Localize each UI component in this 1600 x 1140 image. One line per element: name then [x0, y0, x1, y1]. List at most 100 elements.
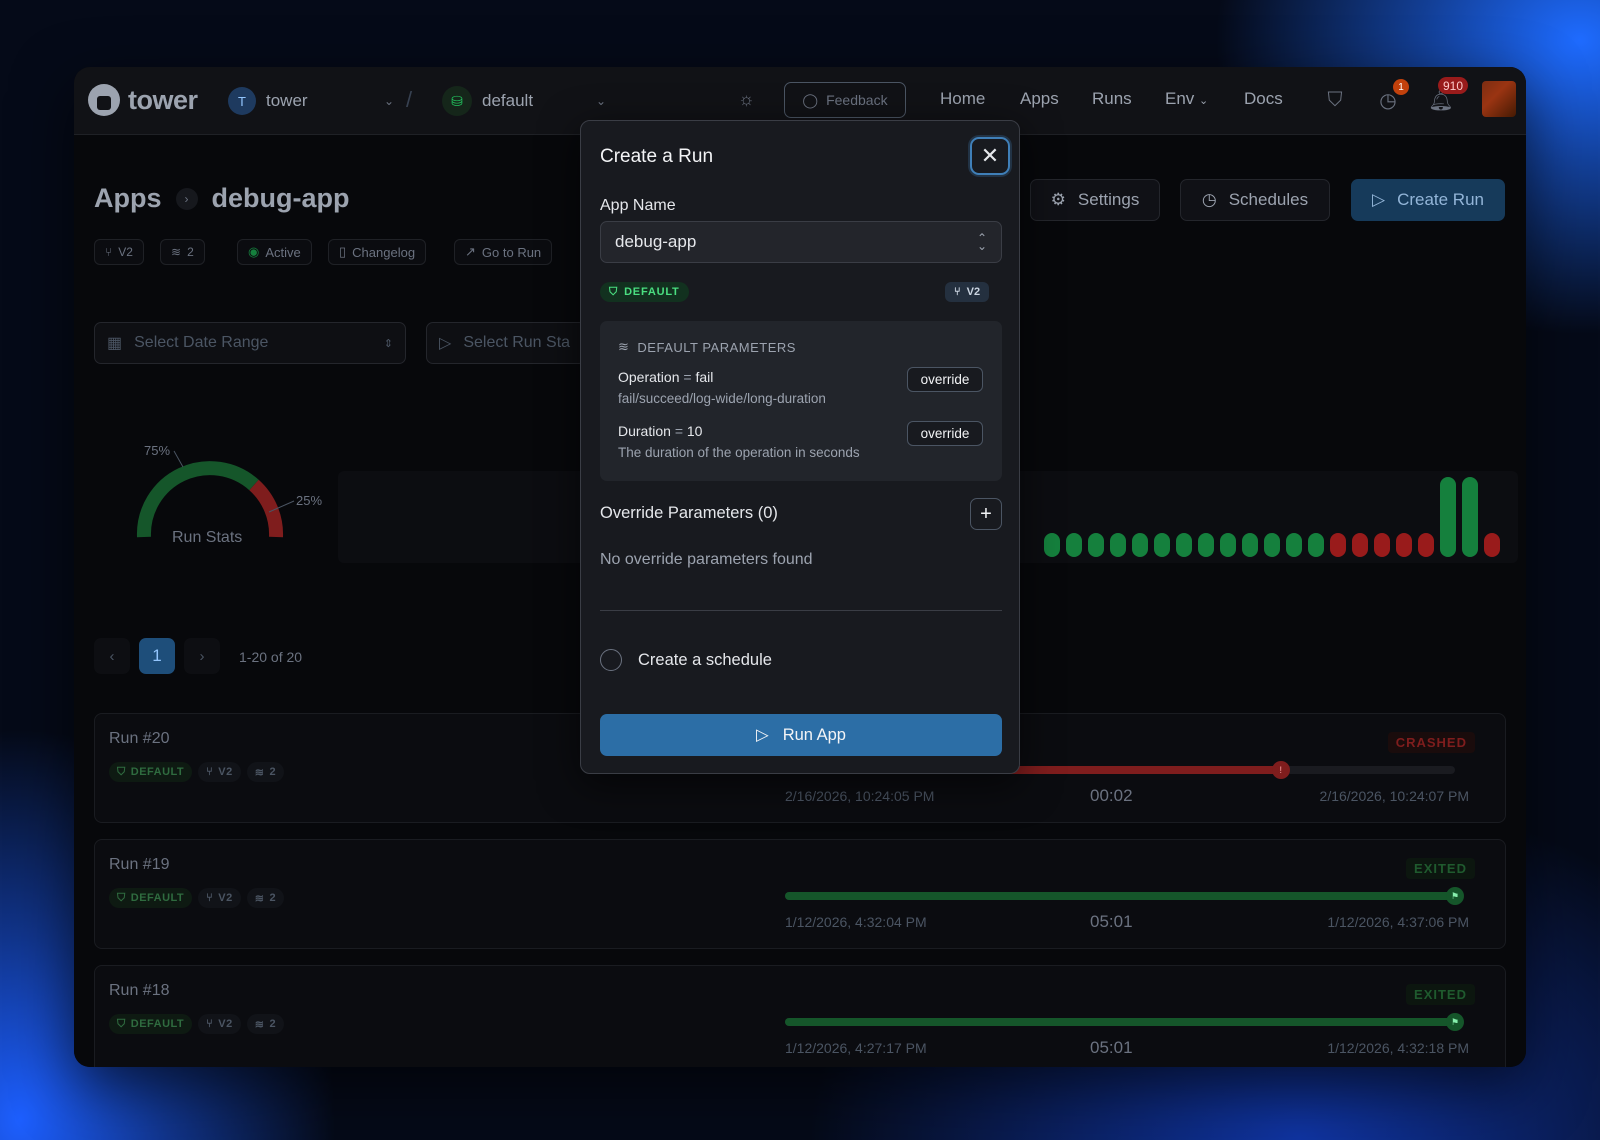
status-badge: ◉ Active: [237, 239, 312, 265]
run-bar[interactable]: [1396, 533, 1412, 557]
run-bar[interactable]: [1198, 533, 1214, 557]
success-pct-label: 75%: [144, 443, 171, 458]
run-card[interactable]: Run #18 ⛉ DEFAULT ⑂ V2 ≋ 2 EXITED ⚑ 1/12/20…: [94, 965, 1506, 1067]
override-button[interactable]: override: [907, 421, 983, 446]
settings-button[interactable]: ⚙ Settings: [1030, 179, 1160, 221]
team-avatar: T: [228, 87, 256, 115]
run-bar[interactable]: [1308, 533, 1324, 557]
clock-icon: ◷: [1201, 190, 1217, 209]
schedules-button[interactable]: ◷ Schedules: [1180, 179, 1330, 221]
run-card[interactable]: Run #19 ⛉ DEFAULT ⑂ V2 ≋ 2 EXITED ⚑ 1/12/20…: [94, 839, 1506, 949]
go-to-run-button[interactable]: ↗ Go to Run: [454, 239, 553, 265]
run-duration: 00:02: [1090, 786, 1133, 805]
params-chip: ≋ 2: [160, 239, 205, 265]
team-selector[interactable]: T tower ⌄: [224, 81, 394, 121]
run-end-time: 1/12/2026, 4:32:18 PM: [1327, 1040, 1469, 1056]
run-bar[interactable]: [1066, 533, 1082, 557]
bell-icon[interactable]: 🔔︎ 910: [1426, 77, 1469, 115]
run-bar[interactable]: [1110, 533, 1126, 557]
notifications-badge: 910: [1438, 77, 1469, 94]
theme-toggle-sun-icon[interactable]: ☼: [738, 89, 755, 110]
environment-selector[interactable]: ⛁ default ⌄: [436, 81, 606, 121]
sliders-icon: ≋: [171, 245, 182, 259]
run-bar[interactable]: [1264, 533, 1280, 557]
run-bar[interactable]: [1154, 533, 1170, 557]
run-bar[interactable]: [1374, 533, 1390, 557]
play-icon: ▷: [1371, 190, 1386, 209]
branch-icon: ⑂: [206, 766, 214, 778]
chevron-down-icon: ⌄: [383, 94, 394, 108]
chevron-down-icon: ⌄: [1199, 95, 1209, 107]
gauge-label: Run Stats: [172, 529, 243, 546]
nav-home[interactable]: Home: [940, 89, 985, 109]
run-bar[interactable]: [1220, 533, 1236, 557]
run-bar[interactable]: [1132, 533, 1148, 557]
create-schedule-label[interactable]: Create a schedule: [638, 651, 772, 670]
close-icon: ✕: [980, 143, 1000, 168]
clock-icon[interactable]: ◷ 1: [1373, 79, 1409, 115]
run-bar[interactable]: [1242, 533, 1258, 557]
nav-runs[interactable]: Runs: [1092, 89, 1132, 109]
run-status-select[interactable]: ▷ Select Run Sta: [426, 322, 586, 364]
run-bar[interactable]: [1330, 533, 1346, 557]
run-bar[interactable]: [1440, 477, 1456, 557]
param-value: 10: [686, 423, 703, 439]
close-button[interactable]: ✕: [970, 137, 1010, 175]
date-range-select[interactable]: ▦ Select Date Range ⇕: [94, 322, 406, 364]
run-bar[interactable]: [1176, 533, 1192, 557]
prev-page-button[interactable]: ‹: [94, 638, 130, 674]
breadcrumb: Apps › debug-app: [94, 183, 349, 214]
run-bar[interactable]: [1462, 477, 1478, 557]
go-to-run-label: Go to Run: [481, 244, 542, 260]
app-name-select[interactable]: debug-app ⌃ ⌄: [600, 221, 1002, 263]
chevron-right-icon: ›: [175, 187, 198, 210]
breadcrumb-apps[interactable]: Apps: [94, 183, 162, 214]
brand-logo[interactable]: tower: [88, 84, 198, 116]
run-end-time: 2/16/2026, 10:24:07 PM: [1319, 788, 1469, 804]
add-override-button[interactable]: +: [970, 498, 1002, 530]
changelog-button[interactable]: ▯ Changelog: [328, 239, 427, 265]
nav-env[interactable]: Env ⌄: [1165, 89, 1208, 109]
environment-icon: ⛁: [442, 86, 472, 116]
default-params-heading: ≋ DEFAULT PARAMETERS: [618, 339, 796, 355]
sliders-icon: ≋: [254, 766, 265, 779]
run-bar[interactable]: [1044, 533, 1060, 557]
separator-slash: /: [406, 87, 413, 112]
env-badge-label: DEFAULT: [624, 286, 680, 298]
shield-icon[interactable]: ⛉: [1320, 85, 1350, 115]
run-tags: ⛉ DEFAULT ⑂ V2 ≋ 2: [109, 1014, 285, 1034]
param-name: Duration = 10: [618, 423, 702, 439]
run-progress-fill: [785, 1018, 1455, 1026]
run-app-button[interactable]: ▷ Run App: [600, 714, 1002, 756]
settings-label: Settings: [1077, 190, 1140, 209]
create-schedule-checkbox[interactable]: [600, 649, 622, 671]
plus-icon: +: [980, 502, 992, 525]
next-page-button[interactable]: ›: [184, 638, 220, 674]
version-tag: ⑂ V2: [198, 888, 241, 908]
run-bar[interactable]: [1484, 533, 1500, 557]
env-label: DEFAULT: [130, 1018, 185, 1030]
run-tags: ⛉ DEFAULT ⑂ V2 ≋ 2: [109, 762, 285, 782]
play-icon: ▷: [439, 335, 452, 352]
equals-sign: =: [674, 423, 683, 439]
shield-icon: ⛉: [117, 891, 126, 904]
user-avatar[interactable]: [1482, 81, 1516, 117]
run-bar[interactable]: [1088, 533, 1104, 557]
check-circle-icon: ◉: [248, 244, 260, 259]
nav-apps[interactable]: Apps: [1020, 89, 1059, 109]
run-bar[interactable]: [1418, 533, 1434, 557]
default-params-heading-text: DEFAULT PARAMETERS: [637, 339, 796, 355]
nav-docs[interactable]: Docs: [1244, 89, 1283, 109]
version-tag: ⑂ V2: [198, 1014, 241, 1034]
branch-icon: ⑂: [206, 1018, 214, 1030]
env-label: DEFAULT: [130, 766, 185, 778]
run-bar[interactable]: [1286, 533, 1302, 557]
page-button-current[interactable]: 1: [139, 638, 175, 674]
status-badge: EXITED: [1406, 858, 1475, 879]
changelog-label: Changelog: [352, 244, 416, 260]
create-run-button[interactable]: ▷ Create Run: [1351, 179, 1505, 221]
version-label: V2: [218, 892, 233, 904]
feedback-button[interactable]: ◯ Feedback: [784, 82, 906, 118]
run-bar[interactable]: [1352, 533, 1368, 557]
override-button[interactable]: override: [907, 367, 983, 392]
